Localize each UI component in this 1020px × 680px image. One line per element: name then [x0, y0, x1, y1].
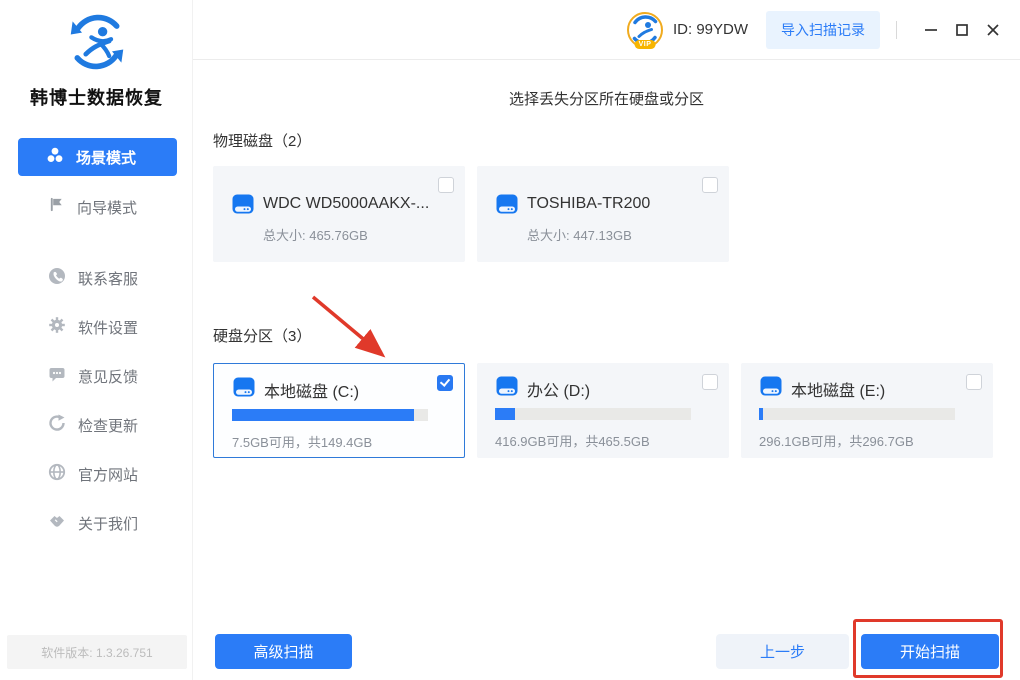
- close-button[interactable]: [982, 19, 1004, 41]
- sidebar-item-check-update[interactable]: 检查更新: [0, 412, 193, 438]
- vip-badge: VIP: [634, 39, 656, 49]
- usage-bar-fill: [495, 408, 515, 420]
- disk-card-toshiba[interactable]: TOSHIBA-TR200 总大小: 447.13GB: [477, 166, 729, 262]
- disk-icon: [496, 193, 518, 220]
- usage-bar-fill: [759, 408, 763, 420]
- sidebar-item-feedback[interactable]: 意见反馈: [0, 363, 193, 389]
- sidebar-item-settings[interactable]: 软件设置: [0, 314, 193, 340]
- sidebar-item-official-website[interactable]: 官方网站: [0, 461, 193, 487]
- usage-bar-fill: [232, 409, 415, 421]
- sidebar-item-label: 场景模式: [76, 149, 137, 167]
- sidebar-item-label: 官方网站: [78, 466, 139, 484]
- partition-card-d[interactable]: 办公 (D:) 416.9GB可用，共465.5GB: [477, 363, 729, 458]
- disk-name: WDC WD5000AAKX-...: [263, 195, 430, 212]
- sidebar-item-label: 联系客服: [78, 270, 139, 288]
- partition-info: 296.1GB可用，共296.7GB: [759, 434, 914, 449]
- sidebar-item-label: 向导模式: [77, 199, 138, 217]
- maximize-button[interactable]: [951, 19, 973, 41]
- partition-name: 本地磁盘 (C:): [264, 384, 360, 401]
- physical-disk-section-label: 物理磁盘（2）: [213, 133, 312, 150]
- import-scan-records-button[interactable]: 导入扫描记录: [766, 10, 880, 49]
- handshake-icon: [48, 512, 66, 535]
- globe-icon: [48, 463, 66, 486]
- partition-checkbox[interactable]: [966, 374, 982, 390]
- sidebar-item-label: 意见反馈: [78, 368, 139, 386]
- partition-card-e[interactable]: 本地磁盘 (E:) 296.1GB可用，共296.7GB: [741, 363, 993, 458]
- phone-icon: [48, 267, 66, 290]
- sidebar-item-scene-mode[interactable]: 场景模式: [18, 138, 177, 176]
- partition-name: 办公 (D:): [527, 383, 591, 400]
- avatar[interactable]: VIP: [626, 11, 663, 49]
- flag-icon: [48, 196, 65, 218]
- previous-step-button[interactable]: 上一步: [716, 634, 849, 669]
- usage-bar: [495, 408, 691, 420]
- disk-checkbox[interactable]: [702, 177, 718, 193]
- sidebar-item-about-us[interactable]: 关于我们: [0, 510, 193, 536]
- partition-section-label: 硬盘分区（3）: [213, 328, 312, 345]
- titlebar: VIP ID: 99YDW 导入扫描记录: [193, 0, 1020, 60]
- gear-icon: [48, 316, 66, 339]
- advanced-scan-button[interactable]: 高级扫描: [215, 634, 352, 669]
- disk-size: 总大小: 465.76GB: [263, 228, 368, 243]
- sidebar-item-label: 检查更新: [78, 417, 139, 435]
- partition-info: 7.5GB可用，共149.4GB: [232, 435, 373, 450]
- sidebar-item-label: 软件设置: [78, 319, 139, 337]
- app-logo-icon: [0, 12, 193, 77]
- disk-size: 总大小: 447.13GB: [527, 228, 632, 243]
- app-window: 韩博士数据恢复 场景模式 向导模式 联系客服 软件设置 意见反馈 检查更新 官方…: [0, 0, 1020, 680]
- sidebar-item-guide-mode[interactable]: 向导模式: [0, 194, 193, 220]
- scene-icon: [46, 146, 64, 169]
- usage-bar: [232, 409, 428, 421]
- partition-checkbox[interactable]: [702, 374, 718, 390]
- partition-card-c[interactable]: 本地磁盘 (C:) 7.5GB可用，共149.4GB: [213, 363, 465, 458]
- page-title: 选择丢失分区所在硬盘或分区: [508, 91, 704, 108]
- usage-bar: [759, 408, 955, 420]
- start-scan-button[interactable]: 开始扫描: [861, 634, 999, 669]
- disk-icon: [232, 193, 254, 220]
- disk-card-wdc[interactable]: WDC WD5000AAKX-... 总大小: 465.76GB: [213, 166, 465, 262]
- disk-icon: [496, 375, 518, 402]
- app-title: 韩博士数据恢复: [30, 88, 163, 108]
- partition-info: 416.9GB可用，共465.5GB: [495, 434, 650, 449]
- software-version: 软件版本: 1.3.26.751: [7, 635, 187, 669]
- sidebar-item-label: 关于我们: [78, 515, 139, 533]
- sidebar-item-contact-support[interactable]: 联系客服: [0, 265, 193, 291]
- disk-icon: [760, 375, 782, 402]
- feedback-icon: [48, 365, 66, 388]
- user-id: ID: 99YDW: [672, 21, 748, 38]
- partition-checkbox[interactable]: [437, 375, 453, 391]
- partition-name: 本地磁盘 (E:): [791, 383, 886, 400]
- disk-checkbox[interactable]: [438, 177, 454, 193]
- check-icon: [439, 376, 451, 387]
- minimize-button[interactable]: [920, 19, 942, 41]
- divider: [896, 20, 897, 39]
- main-content: 选择丢失分区所在硬盘或分区 物理磁盘（2） WDC WD5000AAKX-...…: [193, 60, 1020, 680]
- disk-name: TOSHIBA-TR200: [527, 195, 651, 212]
- disk-icon: [233, 376, 255, 403]
- update-icon: [48, 414, 66, 437]
- sidebar: 韩博士数据恢复 场景模式 向导模式 联系客服 软件设置 意见反馈 检查更新 官方…: [0, 0, 193, 680]
